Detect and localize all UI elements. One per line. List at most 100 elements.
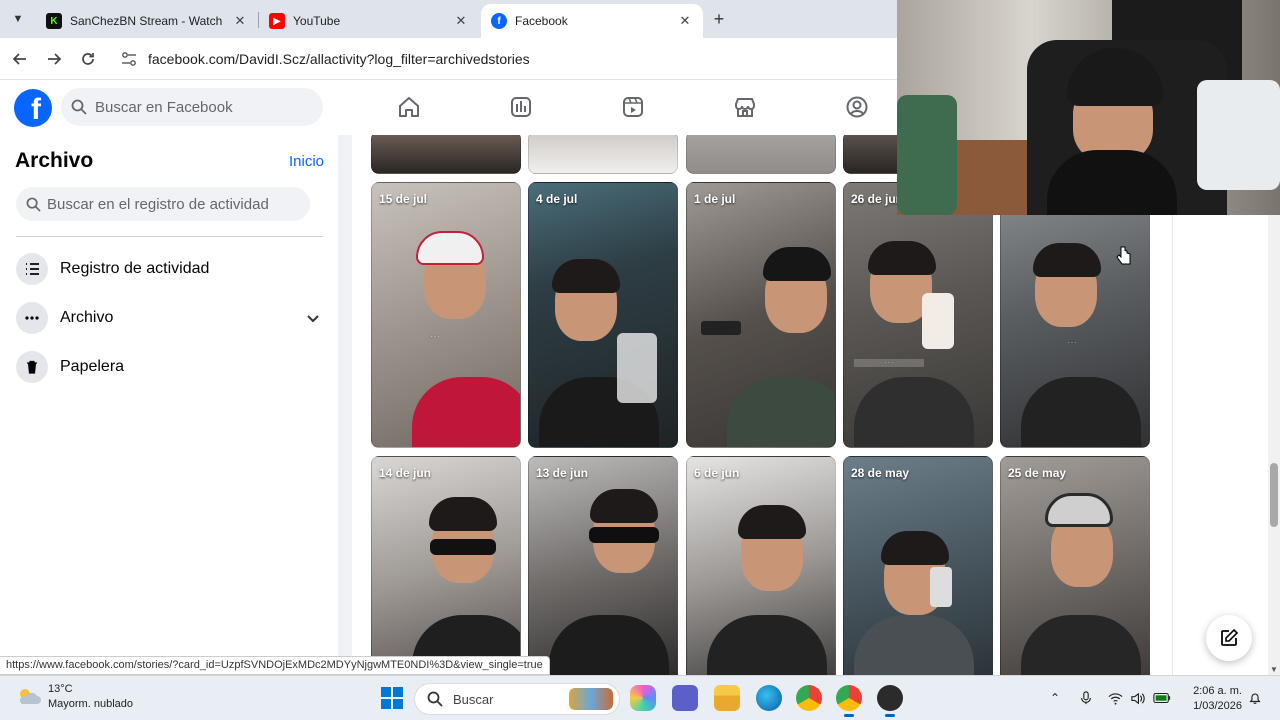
search-placeholder: Buscar bbox=[453, 691, 494, 707]
facebook-logo-icon[interactable]: f bbox=[14, 89, 52, 127]
story-card[interactable] bbox=[528, 135, 678, 174]
close-tab-icon[interactable]: ✕ bbox=[677, 13, 693, 29]
story-card[interactable]: 13 de jun bbox=[528, 456, 678, 675]
sidebar-item-label: Registro de actividad bbox=[60, 260, 210, 277]
weather-temp: 13°C bbox=[48, 683, 73, 695]
weather-widget[interactable]: 13°C Mayorm. nublado bbox=[16, 682, 133, 712]
story-photo bbox=[589, 527, 659, 543]
story-card[interactable]: · · · 26 de jun bbox=[843, 182, 993, 448]
story-photo bbox=[868, 241, 936, 275]
tab-kick-stream[interactable]: K SanChezBN Stream - Watch Live ✕ bbox=[36, 4, 258, 38]
search-highlight-image bbox=[569, 688, 613, 710]
search-icon bbox=[427, 691, 443, 707]
tab-search-dropdown[interactable]: ▼ bbox=[6, 8, 30, 30]
watch-nav-button[interactable] bbox=[619, 93, 647, 121]
chrome-profile-icon[interactable] bbox=[836, 685, 862, 717]
marketplace-nav-button[interactable] bbox=[731, 93, 759, 121]
tab-youtube[interactable]: ▶ YouTube ✕ bbox=[259, 4, 479, 38]
video-feed-icon bbox=[511, 97, 531, 117]
story-photo bbox=[549, 615, 669, 675]
forward-button[interactable] bbox=[43, 48, 65, 70]
story-photo bbox=[922, 293, 954, 349]
youtube-icon: ▶ bbox=[269, 13, 285, 29]
trash-icon bbox=[16, 351, 48, 383]
story-photo bbox=[854, 615, 974, 675]
story-card[interactable] bbox=[686, 135, 836, 174]
system-clock[interactable]: 2:06 a. m. 1/03/2026 bbox=[1182, 684, 1242, 714]
back-button[interactable] bbox=[9, 48, 31, 70]
windows-taskbar: 13°C Mayorm. nublado Buscar ⌃ 2:06 a. m.… bbox=[0, 675, 1280, 720]
facebook-search-input[interactable]: Buscar en Facebook bbox=[61, 88, 323, 126]
copilot-icon[interactable] bbox=[630, 685, 656, 711]
inicio-link[interactable]: Inicio bbox=[289, 153, 324, 170]
address-bar[interactable]: facebook.com/DavidI.Scz/allactivity?log_… bbox=[110, 43, 910, 75]
scrollbar-thumb[interactable] bbox=[1270, 463, 1278, 527]
story-card[interactable]: · · · bbox=[1000, 182, 1150, 448]
compose-icon bbox=[1221, 628, 1239, 646]
story-card[interactable]: 28 de may bbox=[843, 456, 993, 675]
right-rail bbox=[1172, 215, 1268, 675]
story-date: 1 de jul bbox=[694, 192, 736, 206]
story-photo bbox=[1021, 377, 1141, 447]
chrome-icon[interactable] bbox=[796, 685, 822, 711]
new-message-button[interactable] bbox=[1206, 615, 1252, 661]
divider bbox=[16, 236, 323, 237]
close-tab-icon[interactable]: ✕ bbox=[453, 13, 469, 29]
story-photo bbox=[590, 489, 658, 523]
new-tab-button[interactable]: + bbox=[708, 8, 730, 30]
taskbar-search-input[interactable]: Buscar bbox=[414, 683, 620, 715]
story-card[interactable]: · · · 15 de jul bbox=[371, 182, 521, 448]
story-caption: · · · bbox=[430, 334, 440, 340]
site-settings-icon[interactable] bbox=[120, 50, 138, 68]
story-caption bbox=[701, 321, 741, 335]
story-date: 15 de jul bbox=[379, 192, 428, 206]
teams-icon[interactable] bbox=[672, 685, 698, 711]
chevron-up-icon[interactable]: ⌃ bbox=[1046, 689, 1064, 707]
windows-start-icon[interactable] bbox=[380, 686, 404, 710]
file-explorer-icon[interactable] bbox=[714, 685, 740, 711]
microphone-icon[interactable] bbox=[1077, 689, 1095, 707]
story-photo bbox=[429, 497, 497, 531]
sidebar-item-archive[interactable]: Archivo bbox=[16, 298, 323, 338]
search-icon bbox=[26, 197, 41, 212]
activity-search-input[interactable]: Buscar en el registro de actividad bbox=[16, 187, 310, 221]
story-card[interactable]: 4 de jul bbox=[528, 182, 678, 448]
chevron-down-icon[interactable] bbox=[305, 310, 321, 326]
tab-title: YouTube bbox=[293, 14, 341, 28]
story-card[interactable] bbox=[371, 135, 521, 174]
story-photo bbox=[1021, 615, 1141, 675]
home-icon bbox=[399, 97, 419, 117]
profile-nav-button[interactable] bbox=[843, 93, 871, 121]
story-photo bbox=[1033, 243, 1101, 277]
story-card[interactable]: 6 de jun bbox=[686, 456, 836, 675]
story-date: 4 de jul bbox=[536, 192, 578, 206]
edge-icon[interactable] bbox=[756, 685, 782, 711]
search-placeholder: Buscar en Facebook bbox=[95, 98, 233, 116]
page-scrollbar[interactable]: ▼ bbox=[1268, 135, 1280, 675]
wifi-icon[interactable] bbox=[1106, 689, 1124, 707]
story-card[interactable]: 1 de jul bbox=[686, 182, 836, 448]
more-dots-icon bbox=[16, 302, 48, 334]
home-nav-button[interactable] bbox=[395, 93, 423, 121]
webcam-overlay bbox=[897, 0, 1280, 215]
story-card[interactable]: 25 de may bbox=[1000, 456, 1150, 675]
hand-cursor-icon bbox=[1116, 246, 1131, 265]
scroll-down-arrow-icon[interactable]: ▼ bbox=[1270, 665, 1278, 675]
volume-icon[interactable] bbox=[1128, 689, 1146, 707]
tab-facebook[interactable]: f Facebook ✕ bbox=[481, 4, 703, 38]
story-date: 26 de jun bbox=[851, 192, 904, 206]
story-photo bbox=[412, 377, 520, 447]
close-tab-icon[interactable]: ✕ bbox=[232, 13, 248, 29]
obs-icon[interactable] bbox=[877, 685, 903, 717]
story-card[interactable]: 14 de jun bbox=[371, 456, 521, 675]
reload-button[interactable] bbox=[77, 48, 99, 70]
story-photo bbox=[854, 377, 974, 447]
sidebar-item-activity-log[interactable]: Registro de actividad bbox=[16, 249, 323, 289]
activity-sidebar: Archivo Inicio Buscar en el registro de … bbox=[0, 135, 338, 655]
list-icon bbox=[16, 253, 48, 285]
story-date: 14 de jun bbox=[379, 466, 432, 480]
notification-bell-icon[interactable] bbox=[1246, 689, 1264, 707]
sidebar-item-trash[interactable]: Papelera bbox=[16, 347, 323, 387]
feeds-nav-button[interactable] bbox=[507, 93, 535, 121]
battery-icon[interactable] bbox=[1153, 689, 1171, 707]
